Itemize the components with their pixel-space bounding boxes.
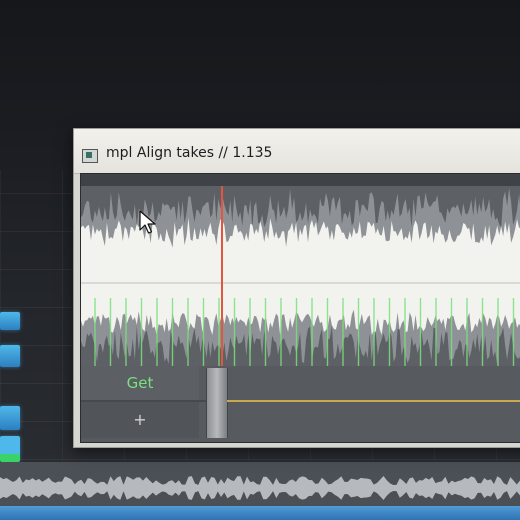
track-clip[interactable] (0, 406, 20, 430)
get-button[interactable]: Get (81, 366, 199, 400)
take-handle[interactable] (206, 368, 228, 438)
plugin-window-icon (82, 149, 98, 163)
window-title: mpl Align takes // 1.135 (106, 145, 273, 161)
bottom-audio-track[interactable] (0, 462, 520, 520)
align-takes-window[interactable]: mpl Align takes // 1.135 Get + (73, 128, 520, 448)
track-clip[interactable] (0, 312, 20, 330)
bottom-clip-strip[interactable] (0, 506, 520, 520)
alignment-line (227, 400, 520, 402)
track-clip[interactable] (0, 436, 20, 462)
controls-area: Get + (81, 366, 520, 442)
mouse-pointer-icon (139, 210, 156, 234)
bottom-track-waveform (0, 476, 520, 500)
track-clip[interactable] (0, 345, 20, 367)
window-titlebar[interactable]: mpl Align takes // 1.135 (74, 129, 520, 174)
add-take-button[interactable]: + (81, 402, 199, 438)
